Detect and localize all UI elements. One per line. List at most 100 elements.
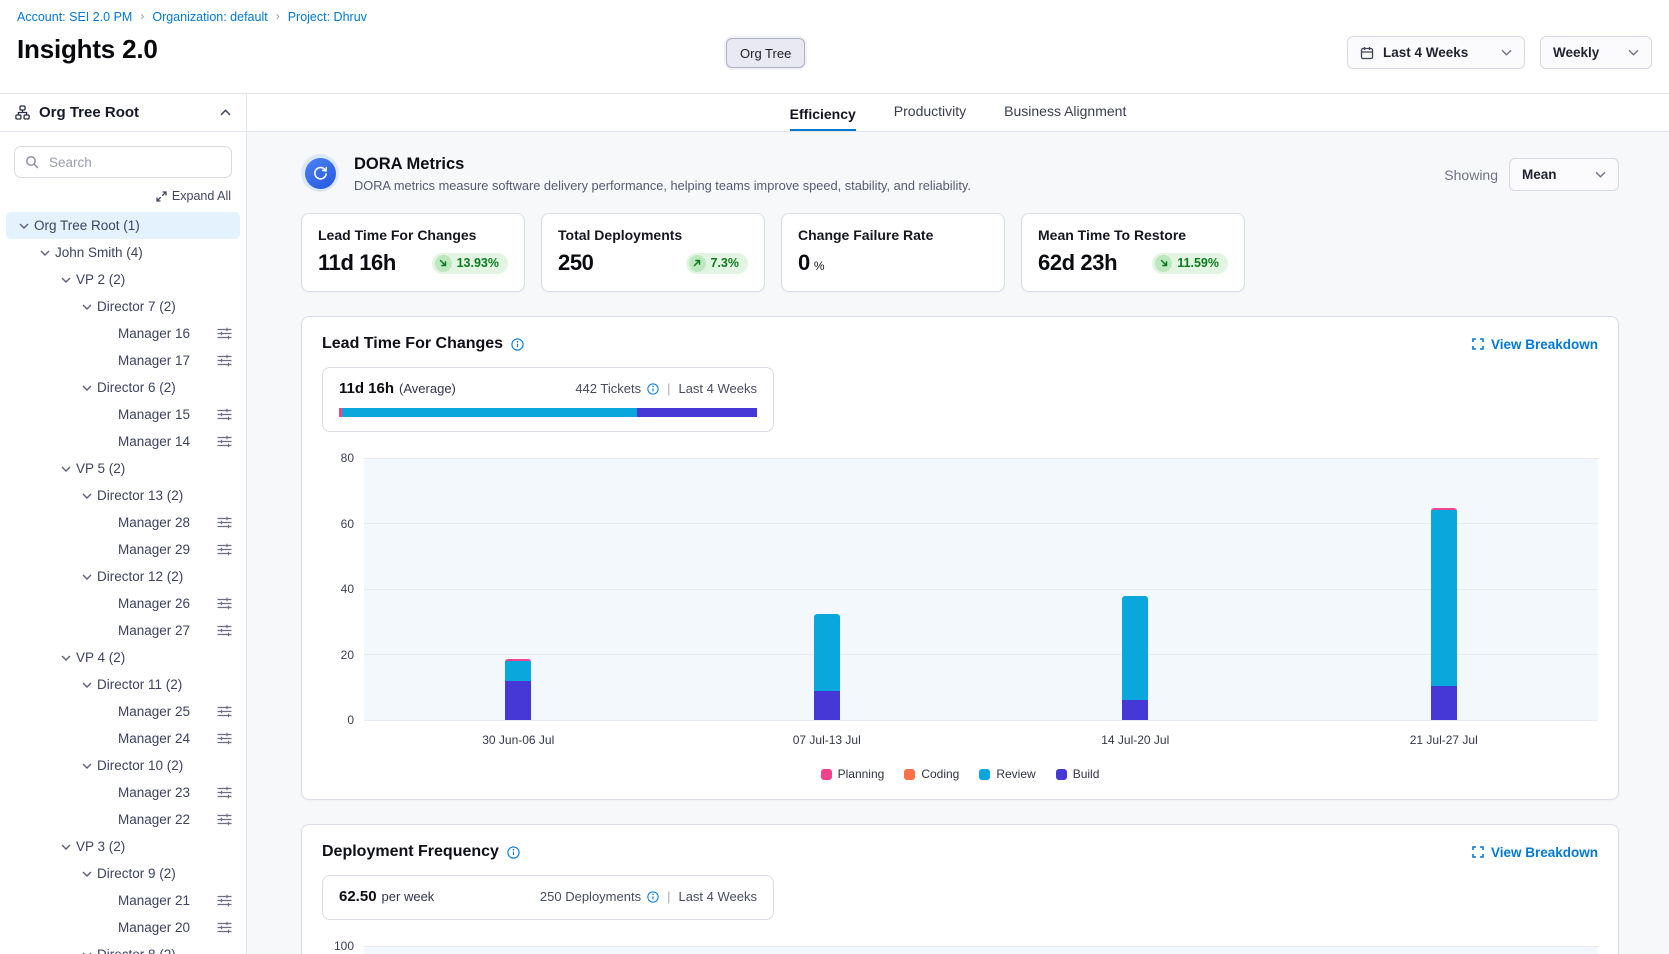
tree-item-manager-22[interactable]: Manager 22 xyxy=(6,806,240,833)
info-icon[interactable] xyxy=(511,338,524,351)
stacked-bar-4[interactable] xyxy=(1431,508,1457,720)
bar-segment-build xyxy=(1122,700,1148,720)
lead-time-view-breakdown-link[interactable]: View Breakdown xyxy=(1472,337,1598,352)
legend-item-build[interactable]: Build xyxy=(1056,767,1100,781)
chevron-down-icon[interactable] xyxy=(56,466,76,472)
tree-item-director-8-2[interactable]: Director 8 (2) xyxy=(6,941,240,954)
tree-item-manager-20[interactable]: Manager 20 xyxy=(6,914,240,941)
sidebar-header[interactable]: Org Tree Root xyxy=(0,94,246,132)
lead-time-x-axis: 30 Jun-06 Jul07 Jul-13 Jul14 Jul-20 Jul2… xyxy=(364,733,1598,753)
filter-sliders-icon[interactable] xyxy=(217,732,232,745)
filter-sliders-icon[interactable] xyxy=(217,354,232,367)
tree-item-vp-4-2[interactable]: VP 4 (2) xyxy=(6,644,240,671)
info-icon[interactable] xyxy=(647,891,659,903)
bar-segment-review xyxy=(814,614,840,691)
trend-value: 7.3% xyxy=(711,256,740,270)
filter-sliders-icon[interactable] xyxy=(217,921,232,934)
lead-time-section-title: Lead Time For Changes xyxy=(322,335,503,353)
breadcrumb-link[interactable]: Account: SEI 2.0 PM xyxy=(17,10,132,24)
chevron-down-icon[interactable] xyxy=(77,385,97,391)
tab-productivity[interactable]: Productivity xyxy=(894,103,966,131)
org-tree-sidebar: Org Tree Root Expand All Org Tree Root (… xyxy=(0,94,247,954)
tree-item-director-7-2[interactable]: Director 7 (2) xyxy=(6,293,240,320)
tree-item-manager-29[interactable]: Manager 29 xyxy=(6,536,240,563)
filter-sliders-icon[interactable] xyxy=(217,705,232,718)
tree-item-vp-2-2[interactable]: VP 2 (2) xyxy=(6,266,240,293)
chevron-down-icon[interactable] xyxy=(77,304,97,310)
tree-item-director-12-2[interactable]: Director 12 (2) xyxy=(6,563,240,590)
org-tree-button[interactable]: Org Tree xyxy=(726,38,805,68)
calendar-icon xyxy=(1360,46,1374,60)
deployment-section-title: Deployment Frequency xyxy=(322,843,499,861)
trend-badge: 11.59% xyxy=(1152,253,1228,274)
chevron-up-icon[interactable] xyxy=(220,109,231,116)
granularity-select[interactable]: Weekly xyxy=(1540,36,1652,69)
filter-sliders-icon[interactable] xyxy=(217,435,232,448)
tree-item-manager-16[interactable]: Manager 16 xyxy=(6,320,240,347)
chevron-down-icon[interactable] xyxy=(77,871,97,877)
tab-business-alignment[interactable]: Business Alignment xyxy=(1004,103,1126,131)
stacked-bar-2[interactable] xyxy=(814,614,840,720)
tree-item-director-6-2[interactable]: Director 6 (2) xyxy=(6,374,240,401)
filter-sliders-icon[interactable] xyxy=(217,813,232,826)
tree-item-manager-28[interactable]: Manager 28 xyxy=(6,509,240,536)
filter-sliders-icon[interactable] xyxy=(217,516,232,529)
legend-item-coding[interactable]: Coding xyxy=(904,767,959,781)
tree-item-john-smith-4[interactable]: John Smith (4) xyxy=(6,239,240,266)
chevron-down-icon[interactable] xyxy=(77,763,97,769)
tree-item-manager-17[interactable]: Manager 17 xyxy=(6,347,240,374)
tree-item-manager-23[interactable]: Manager 23 xyxy=(6,779,240,806)
tree-item-manager-21[interactable]: Manager 21 xyxy=(6,887,240,914)
chevron-down-icon[interactable] xyxy=(56,277,76,283)
tree-item-manager-25[interactable]: Manager 25 xyxy=(6,698,240,725)
chevron-down-icon[interactable] xyxy=(77,682,97,688)
y-tick-label: 60 xyxy=(341,517,354,531)
chevron-down-icon[interactable] xyxy=(35,250,55,256)
breadcrumb-link[interactable]: Project: Dhruv xyxy=(288,10,367,24)
filter-sliders-icon[interactable] xyxy=(217,597,232,610)
filter-sliders-icon[interactable] xyxy=(217,327,232,340)
tree-item-manager-27[interactable]: Manager 27 xyxy=(6,617,240,644)
tree-item-director-10-2[interactable]: Director 10 (2) xyxy=(6,752,240,779)
tree-item-manager-24[interactable]: Manager 24 xyxy=(6,725,240,752)
date-range-label: Last 4 Weeks xyxy=(678,889,757,904)
chevron-down-icon[interactable] xyxy=(77,574,97,580)
breadcrumb-link[interactable]: Organization: default xyxy=(152,10,267,24)
tree-item-vp-5-2[interactable]: VP 5 (2) xyxy=(6,455,240,482)
chevron-down-icon[interactable] xyxy=(56,655,76,661)
tree-item-director-11-2[interactable]: Director 11 (2) xyxy=(6,671,240,698)
legend-item-planning[interactable]: Planning xyxy=(821,767,885,781)
tree-item-org-tree-root-1[interactable]: Org Tree Root (1) xyxy=(6,212,240,239)
tree-item-director-9-2[interactable]: Director 9 (2) xyxy=(6,860,240,887)
filter-sliders-icon[interactable] xyxy=(217,786,232,799)
tree-item-manager-15[interactable]: Manager 15 xyxy=(6,401,240,428)
deployment-view-breakdown-link[interactable]: View Breakdown xyxy=(1472,845,1598,860)
chevron-down-icon[interactable] xyxy=(77,493,97,499)
chevron-down-icon[interactable] xyxy=(56,844,76,850)
y-tick-label: 80 xyxy=(341,451,354,465)
info-icon[interactable] xyxy=(507,846,520,859)
chevron-down-icon[interactable] xyxy=(14,223,34,229)
sidebar-search[interactable] xyxy=(14,146,232,178)
info-icon[interactable] xyxy=(647,383,659,395)
breadcrumb-separator: › xyxy=(276,9,280,23)
date-range-select[interactable]: Last 4 Weeks xyxy=(1347,36,1525,69)
search-input[interactable] xyxy=(47,154,221,171)
granularity-value: Weekly xyxy=(1553,45,1619,60)
x-tick-label: 07 Jul-13 Jul xyxy=(793,733,861,747)
expand-all-button[interactable]: Expand All xyxy=(0,182,246,212)
legend-item-review[interactable]: Review xyxy=(979,767,1035,781)
stacked-bar-1[interactable] xyxy=(505,659,531,720)
stacked-bar-3[interactable] xyxy=(1122,596,1148,720)
tree-item-manager-14[interactable]: Manager 14 xyxy=(6,428,240,455)
showing-select[interactable]: Mean xyxy=(1509,158,1619,191)
tree-item-manager-26[interactable]: Manager 26 xyxy=(6,590,240,617)
tree-item-director-13-2[interactable]: Director 13 (2) xyxy=(6,482,240,509)
filter-sliders-icon[interactable] xyxy=(217,894,232,907)
tree-item-vp-3-2[interactable]: VP 3 (2) xyxy=(6,833,240,860)
filter-sliders-icon[interactable] xyxy=(217,543,232,556)
filter-sliders-icon[interactable] xyxy=(217,624,232,637)
tab-efficiency[interactable]: Efficiency xyxy=(790,106,856,132)
filter-sliders-icon[interactable] xyxy=(217,408,232,421)
breadcrumb-separator: › xyxy=(140,9,144,23)
